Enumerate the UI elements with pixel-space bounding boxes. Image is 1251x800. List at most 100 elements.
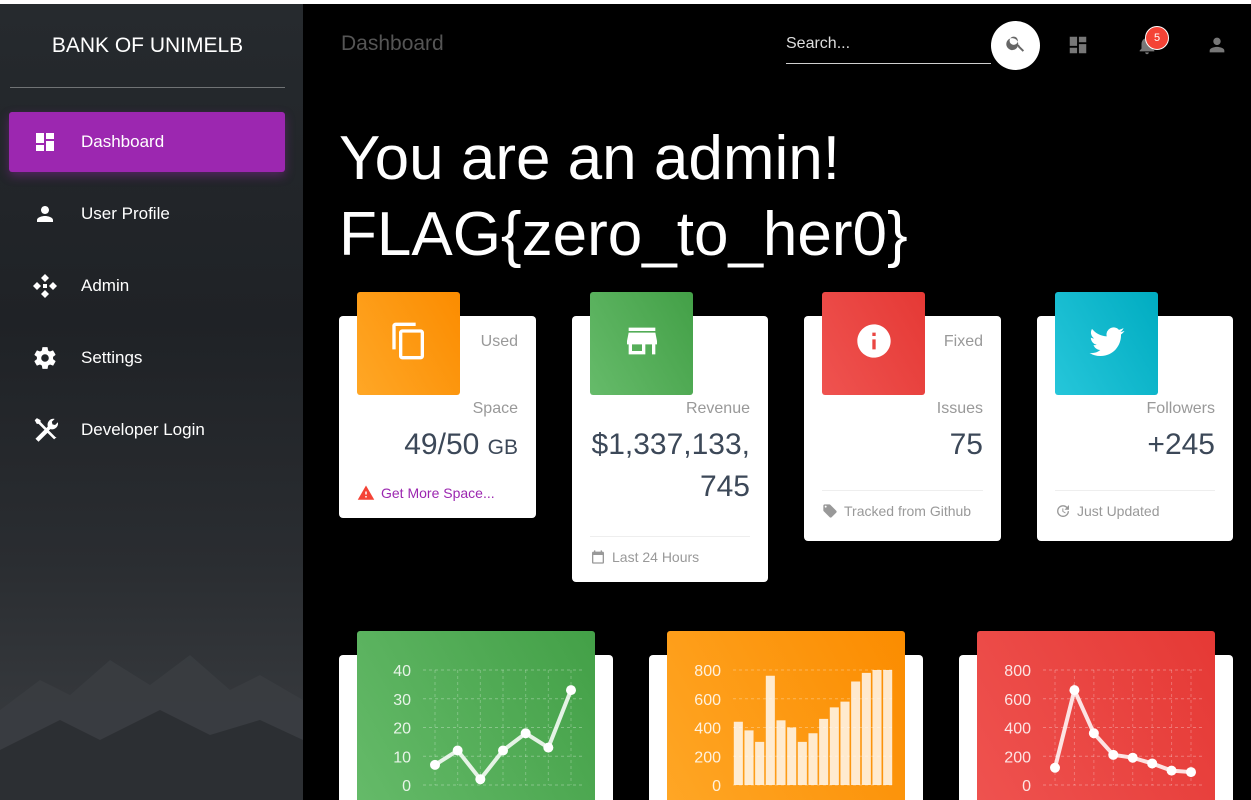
admin-headline: You are an admin! FLAG{zero_to_her0} [339,121,908,273]
chart-header: 800 600 400 200 0 [977,631,1215,800]
card-footer: Last 24 Hours [590,536,750,576]
y-tick-label: 800 [694,663,721,680]
sidebar-item-label: User Profile [81,204,170,223]
gear-icon [30,343,60,373]
headline-line-1: You are an admin! [339,124,840,193]
data-point [1147,758,1158,769]
update-icon [1055,503,1071,519]
card-footer: Get More Space... [357,473,518,513]
data-point [1108,749,1119,760]
sidebar-item-user-profile[interactable]: User Profile [9,184,285,244]
card-category: Revenue [685,400,750,417]
data-point [1050,762,1060,773]
data-point [520,728,531,739]
y-tick-label: 10 [393,749,411,766]
copy-icon [389,321,429,366]
main-content: Dashboard 5 You are an admin! FLAG{zero_… [303,4,1251,800]
y-tick-label: 30 [393,692,411,709]
card-category: Space [472,400,518,417]
stat-card-followers: Followers +245 Just Updated [1037,292,1233,541]
chart-card-daily: 40 30 20 10 0 [339,631,613,800]
bar [797,741,807,785]
card-icon-box [822,292,925,395]
page-title[interactable]: Dashboard [341,32,444,56]
sidebar-item-admin[interactable]: Admin [9,256,285,316]
bar [829,707,839,785]
sidebar: BANK OF UNIMELB Dashboard User Profile A… [0,4,303,800]
y-tick-label: 600 [1004,692,1031,709]
card-footer: Just Updated [1055,490,1215,530]
sidebar-item-label: Dashboard [81,132,165,151]
data-point [452,745,463,756]
bar [851,681,861,785]
notification-badge: 5 [1145,26,1169,50]
brand-title[interactable]: BANK OF UNIMELB [10,32,285,88]
line-chart-svg: 800 600 400 200 0 [1004,663,1203,795]
card-icon-box [590,292,693,395]
chart-card-email: 800 600 400 200 0 [649,631,923,800]
y-tick-label: 0 [1022,778,1031,795]
card-value: +245 [1147,428,1215,461]
bar [787,727,797,785]
search-button[interactable] [991,21,1040,70]
line-chart-svg: 40 30 20 10 0 [393,663,583,795]
data-point [498,745,508,756]
series-line [433,689,573,783]
series-line [1053,684,1192,775]
bar [819,718,829,785]
y-tick-label: 600 [694,692,721,709]
sidebar-item-dashboard[interactable]: Dashboard [9,112,285,172]
bar [755,741,765,785]
card-footer-text: Last 24 Hours [612,548,700,565]
sidebar-item-label: Developer Login [81,420,205,439]
card-footer: Tracked from Github [822,490,983,530]
data-point [1166,765,1177,776]
data-point [1069,685,1080,696]
chart-header: 40 30 20 10 0 [357,631,595,800]
y-tick-label: 200 [694,749,721,766]
card-footer-text: Just Updated [1077,502,1160,519]
bar [883,670,893,785]
admin-icon [30,271,60,301]
bar [840,701,850,785]
bar [744,730,754,785]
data-point [566,685,576,696]
get-more-space-link[interactable]: Get More Space... [381,485,495,501]
dashboard-icon[interactable] [1065,32,1091,58]
data-point [475,774,486,785]
sidebar-item-developer-login[interactable]: Developer Login [9,400,285,460]
sidebar-item-settings[interactable]: Settings [9,328,285,388]
y-tick-label: 400 [694,721,721,738]
bar [861,672,871,785]
sidebar-background-mountains [0,655,303,800]
bar [872,670,882,785]
card-icon-box [357,292,460,395]
calendar-icon [590,549,606,565]
sidebar-item-label: Admin [81,276,130,295]
data-point [1186,767,1196,778]
y-tick-label: 0 [712,778,721,795]
tag-icon [822,503,838,519]
card-value: 75 [949,428,983,461]
bar [776,720,786,785]
card-value-unit: GB [487,436,518,459]
data-point [1127,752,1138,763]
bar [808,733,818,785]
search-field [786,26,991,64]
chart-header: 800 600 400 200 0 [667,631,905,800]
card-value-number: 49/50 [404,428,480,461]
search-input[interactable] [786,26,991,62]
chart-card-tasks: 800 600 400 200 0 [959,631,1233,800]
stat-card-used-space: Used Space 49/50 GB Get More Space... [339,292,536,518]
data-point [543,742,554,753]
person-icon[interactable] [1204,32,1230,58]
person-icon [30,199,60,229]
y-tick-label: 0 [402,778,411,795]
card-category: Followers [1146,400,1215,417]
card-footer-text: Tracked from Github [844,502,972,519]
info-icon [854,321,894,366]
search-icon [1005,32,1027,59]
dashboard-icon [30,127,60,157]
warning-icon [357,484,375,502]
bar-chart-svg: 800 600 400 200 0 [694,663,893,795]
